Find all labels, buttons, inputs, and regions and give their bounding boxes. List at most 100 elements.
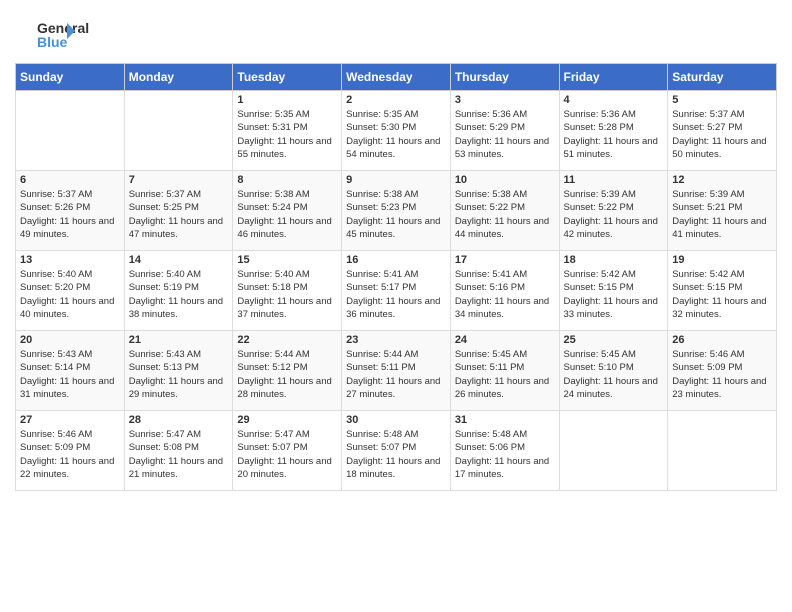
calendar-cell: 22Sunrise: 5:44 AM Sunset: 5:12 PM Dayli…	[233, 331, 342, 411]
calendar-cell: 26Sunrise: 5:46 AM Sunset: 5:09 PM Dayli…	[668, 331, 777, 411]
calendar-cell: 30Sunrise: 5:48 AM Sunset: 5:07 PM Dayli…	[342, 411, 451, 491]
day-number: 30	[346, 414, 446, 426]
day-number: 14	[129, 254, 229, 266]
cell-info: Sunrise: 5:44 AM Sunset: 5:11 PM Dayligh…	[346, 348, 446, 401]
cell-info: Sunrise: 5:35 AM Sunset: 5:31 PM Dayligh…	[237, 108, 337, 161]
cell-info: Sunrise: 5:39 AM Sunset: 5:22 PM Dayligh…	[564, 188, 664, 241]
calendar-table: SundayMondayTuesdayWednesdayThursdayFrid…	[15, 63, 777, 491]
cell-info: Sunrise: 5:43 AM Sunset: 5:13 PM Dayligh…	[129, 348, 229, 401]
day-number: 13	[20, 254, 120, 266]
header-row: SundayMondayTuesdayWednesdayThursdayFrid…	[16, 64, 777, 91]
calendar-cell: 19Sunrise: 5:42 AM Sunset: 5:15 PM Dayli…	[668, 251, 777, 331]
day-number: 24	[455, 334, 555, 346]
day-number: 10	[455, 174, 555, 186]
calendar-cell: 28 Sunrise: 5:47 AM Sunset: 5:08 PM Dayli…	[124, 411, 233, 491]
calendar-cell: 3Sunrise: 5:36 AM Sunset: 5:29 PM Daylig…	[450, 91, 559, 171]
day-number: 1	[237, 94, 337, 106]
day-number: 27	[20, 414, 120, 426]
day-number: 15	[237, 254, 337, 266]
cell-info: Sunrise: 5:37 AM Sunset: 5:25 PM Dayligh…	[129, 188, 229, 241]
week-row-1: 6 Sunrise: 5:37 AM Sunset: 5:26 PM Daylig…	[16, 171, 777, 251]
day-number: 31	[455, 414, 555, 426]
header-cell-saturday: Saturday	[668, 64, 777, 91]
calendar-cell	[559, 411, 668, 491]
cell-info: Sunrise: 5:47 AM Sunset: 5:08 PM Dayligh…	[129, 428, 229, 481]
cell-info: Sunrise: 5:40 AM Sunset: 5:20 PM Dayligh…	[20, 268, 120, 321]
calendar-cell: 23 Sunrise: 5:44 AM Sunset: 5:11 PM Dayli…	[342, 331, 451, 411]
day-number: 3	[455, 94, 555, 106]
calendar-cell	[668, 411, 777, 491]
cell-info: Sunrise: 5:37 AM Sunset: 5:27 PM Dayligh…	[672, 108, 772, 161]
cell-info: Sunrise: 5:41 AM Sunset: 5:16 PM Dayligh…	[455, 268, 555, 321]
calendar-cell: 11 Sunrise: 5:39 AM Sunset: 5:22 PM Dayli…	[559, 171, 668, 251]
calendar-cell: 16 Sunrise: 5:41 AM Sunset: 5:17 PM Dayli…	[342, 251, 451, 331]
calendar-cell: 7 Sunrise: 5:37 AM Sunset: 5:25 PM Daylig…	[124, 171, 233, 251]
cell-info: Sunrise: 5:48 AM Sunset: 5:06 PM Dayligh…	[455, 428, 555, 481]
header-cell-monday: Monday	[124, 64, 233, 91]
calendar-header: SundayMondayTuesdayWednesdayThursdayFrid…	[16, 64, 777, 91]
cell-info: Sunrise: 5:40 AM Sunset: 5:19 PM Dayligh…	[129, 268, 229, 321]
calendar-cell: 29Sunrise: 5:47 AM Sunset: 5:07 PM Dayli…	[233, 411, 342, 491]
header-cell-wednesday: Wednesday	[342, 64, 451, 91]
week-row-3: 20 Sunrise: 5:43 AM Sunset: 5:14 PM Dayli…	[16, 331, 777, 411]
week-row-4: 27Sunrise: 5:46 AM Sunset: 5:09 PM Dayli…	[16, 411, 777, 491]
day-number: 12	[672, 174, 772, 186]
header-cell-thursday: Thursday	[450, 64, 559, 91]
day-number: 5	[672, 94, 772, 106]
calendar-cell: 8Sunrise: 5:38 AM Sunset: 5:24 PM Daylig…	[233, 171, 342, 251]
week-row-0: 1 Sunrise: 5:35 AM Sunset: 5:31 PM Daylig…	[16, 91, 777, 171]
day-number: 7	[129, 174, 229, 186]
day-number: 25	[564, 334, 664, 346]
cell-info: Sunrise: 5:42 AM Sunset: 5:15 PM Dayligh…	[564, 268, 664, 321]
calendar-cell	[124, 91, 233, 171]
calendar-cell: 18 Sunrise: 5:42 AM Sunset: 5:15 PM Dayli…	[559, 251, 668, 331]
day-number: 11	[564, 174, 664, 186]
calendar-cell: 1 Sunrise: 5:35 AM Sunset: 5:31 PM Daylig…	[233, 91, 342, 171]
cell-info: Sunrise: 5:41 AM Sunset: 5:17 PM Dayligh…	[346, 268, 446, 321]
calendar-cell: 6 Sunrise: 5:37 AM Sunset: 5:26 PM Daylig…	[16, 171, 125, 251]
calendar-cell: 25 Sunrise: 5:45 AM Sunset: 5:10 PM Dayli…	[559, 331, 668, 411]
day-number: 20	[20, 334, 120, 346]
cell-info: Sunrise: 5:44 AM Sunset: 5:12 PM Dayligh…	[237, 348, 337, 401]
cell-info: Sunrise: 5:45 AM Sunset: 5:10 PM Dayligh…	[564, 348, 664, 401]
day-number: 21	[129, 334, 229, 346]
header-cell-tuesday: Tuesday	[233, 64, 342, 91]
day-number: 18	[564, 254, 664, 266]
day-number: 2	[346, 94, 446, 106]
day-number: 8	[237, 174, 337, 186]
day-number: 29	[237, 414, 337, 426]
page-header: General Blue	[15, 10, 777, 55]
calendar-cell: 27Sunrise: 5:46 AM Sunset: 5:09 PM Dayli…	[16, 411, 125, 491]
cell-info: Sunrise: 5:43 AM Sunset: 5:14 PM Dayligh…	[20, 348, 120, 401]
week-row-2: 13 Sunrise: 5:40 AM Sunset: 5:20 PM Dayli…	[16, 251, 777, 331]
calendar-cell: 31 Sunrise: 5:48 AM Sunset: 5:06 PM Dayli…	[450, 411, 559, 491]
cell-info: Sunrise: 5:37 AM Sunset: 5:26 PM Dayligh…	[20, 188, 120, 241]
cell-info: Sunrise: 5:45 AM Sunset: 5:11 PM Dayligh…	[455, 348, 555, 401]
calendar-cell: 14 Sunrise: 5:40 AM Sunset: 5:19 PM Dayli…	[124, 251, 233, 331]
calendar-cell: 13 Sunrise: 5:40 AM Sunset: 5:20 PM Dayli…	[16, 251, 125, 331]
calendar-cell: 5 Sunrise: 5:37 AM Sunset: 5:27 PM Daylig…	[668, 91, 777, 171]
day-number: 6	[20, 174, 120, 186]
logo-icon: General Blue	[15, 15, 95, 55]
cell-info: Sunrise: 5:36 AM Sunset: 5:28 PM Dayligh…	[564, 108, 664, 161]
day-number: 16	[346, 254, 446, 266]
cell-info: Sunrise: 5:39 AM Sunset: 5:21 PM Dayligh…	[672, 188, 772, 241]
logo: General Blue	[15, 15, 99, 55]
day-number: 26	[672, 334, 772, 346]
day-number: 4	[564, 94, 664, 106]
day-number: 28	[129, 414, 229, 426]
calendar-cell: 4 Sunrise: 5:36 AM Sunset: 5:28 PM Daylig…	[559, 91, 668, 171]
calendar-cell: 10 Sunrise: 5:38 AM Sunset: 5:22 PM Dayli…	[450, 171, 559, 251]
calendar-cell: 20 Sunrise: 5:43 AM Sunset: 5:14 PM Dayli…	[16, 331, 125, 411]
day-number: 23	[346, 334, 446, 346]
calendar-body: 1 Sunrise: 5:35 AM Sunset: 5:31 PM Daylig…	[16, 91, 777, 491]
calendar-cell: 17 Sunrise: 5:41 AM Sunset: 5:16 PM Dayli…	[450, 251, 559, 331]
day-number: 17	[455, 254, 555, 266]
header-cell-friday: Friday	[559, 64, 668, 91]
cell-info: Sunrise: 5:38 AM Sunset: 5:22 PM Dayligh…	[455, 188, 555, 241]
svg-text:Blue: Blue	[37, 34, 68, 50]
cell-info: Sunrise: 5:40 AM Sunset: 5:18 PM Dayligh…	[237, 268, 337, 321]
calendar-cell: 9Sunrise: 5:38 AM Sunset: 5:23 PM Daylig…	[342, 171, 451, 251]
cell-info: Sunrise: 5:38 AM Sunset: 5:23 PM Dayligh…	[346, 188, 446, 241]
calendar-cell: 24 Sunrise: 5:45 AM Sunset: 5:11 PM Dayli…	[450, 331, 559, 411]
